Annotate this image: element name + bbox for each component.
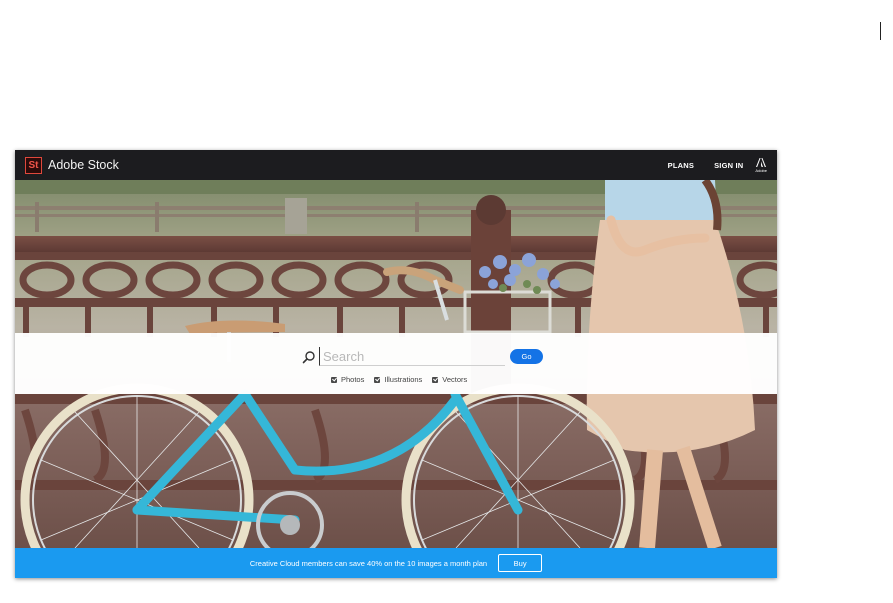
nav-links: PLANS SIGN IN Adobe <box>648 157 767 173</box>
photos-checkbox[interactable] <box>331 376 337 383</box>
top-navigation-bar: St Adobe Stock PLANS SIGN IN Adobe <box>15 150 777 180</box>
filter-illustrations[interactable]: Illustrations <box>374 375 422 384</box>
go-button[interactable]: Go <box>510 349 543 364</box>
filter-photos[interactable]: Photos <box>331 375 364 384</box>
adobe-wordmark: Adobe <box>755 167 767 173</box>
text-cursor-mark <box>880 22 881 40</box>
filter-vectors-label: Vectors <box>442 375 468 384</box>
filter-illustrations-label: Illustrations <box>384 375 423 384</box>
adobe-stock-logo-icon[interactable]: St <box>25 156 42 174</box>
promo-text: Creative Cloud members can save 40% on t… <box>249 558 488 568</box>
filter-vectors[interactable]: Vectors <box>432 375 467 384</box>
vectors-checkbox[interactable] <box>432 376 439 383</box>
search-input[interactable] <box>319 347 505 366</box>
adobe-a-icon <box>756 157 767 167</box>
nav-plans-link[interactable]: PLANS <box>668 161 694 170</box>
search-row: Go <box>302 347 543 366</box>
browser-page-frame: St Adobe Stock PLANS SIGN IN Adobe Searc… <box>15 150 777 578</box>
buy-button[interactable]: Buy <box>498 554 543 572</box>
nav-sign-in-link[interactable]: SIGN IN <box>714 161 743 170</box>
filter-photos-label: Photos <box>341 375 365 384</box>
search-icon <box>302 350 315 363</box>
search-band: Go Photos Illustrations Vectors <box>15 333 777 394</box>
illustrations-checkbox[interactable] <box>374 376 381 383</box>
content-type-filters: Photos Illustrations Vectors <box>331 375 477 384</box>
promo-banner: Creative Cloud members can save 40% on t… <box>15 548 777 578</box>
brand-name[interactable]: Adobe Stock <box>48 158 119 172</box>
adobe-logo-icon[interactable]: Adobe <box>755 157 767 173</box>
